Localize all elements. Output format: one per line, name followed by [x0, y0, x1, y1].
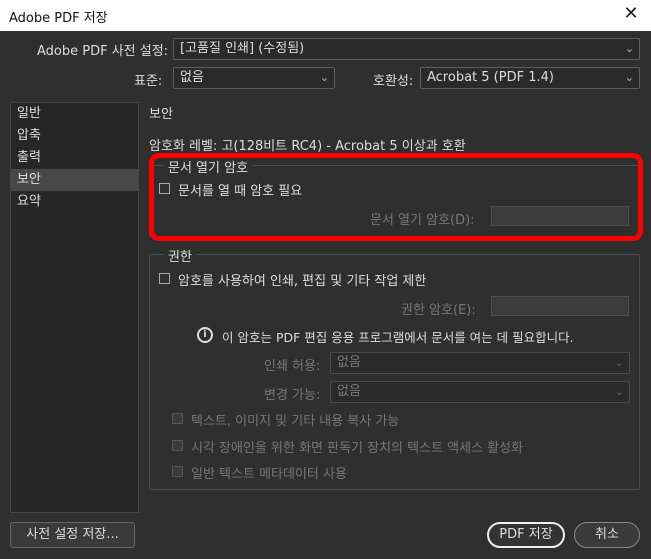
permissions-password-label: 권한 암호(E): — [401, 303, 476, 318]
print-allowed-label: 인쇄 허용: — [264, 359, 321, 374]
sidebar-item-general[interactable]: 일반 — [11, 103, 138, 125]
chevron-down-icon: ⌄ — [624, 71, 634, 84]
title-bar: Adobe PDF 저장 ✕ — [0, 0, 651, 31]
sidebar-item-summary[interactable]: 요약 — [11, 191, 138, 213]
chevron-down-icon: ⌄ — [319, 71, 329, 84]
permissions-group-title: 권한 — [164, 246, 196, 265]
open-password-input[interactable] — [491, 206, 629, 226]
sidebar-item-compression[interactable]: 압축 — [11, 125, 138, 147]
preset-label: Adobe PDF 사전 설정: — [37, 44, 169, 59]
compat-value: Acrobat 5 (PDF 1.4) — [427, 70, 554, 85]
changes-allowed-value: 없음 — [337, 384, 361, 399]
compat-select[interactable]: Acrobat 5 (PDF 1.4) ⌄ — [420, 67, 640, 89]
chevron-down-icon: ⌄ — [624, 42, 634, 55]
close-icon[interactable]: ✕ — [621, 4, 641, 24]
section-title: 보안 — [149, 107, 173, 122]
permissions-password-input[interactable] — [491, 296, 629, 316]
standard-value: 없음 — [180, 70, 204, 85]
changes-allowed-label: 변경 가능: — [264, 388, 321, 403]
enable-screen-reader-checkbox[interactable] — [172, 440, 183, 451]
print-allowed-select[interactable]: 없음 ⌄ — [330, 352, 630, 374]
encryption-level-text: 암호화 레벨: 고(128비트 RC4) - Acrobat 5 이상과 호환 — [149, 139, 466, 154]
require-open-password-checkbox[interactable] — [159, 183, 170, 194]
plaintext-metadata-label: 일반 텍스트 메타데이터 사용 — [191, 467, 347, 482]
restrict-permissions-label: 암호를 사용하여 인쇄, 편집 및 기타 작업 제한 — [178, 274, 427, 289]
preset-select[interactable]: [고품질 인쇄] (수정됨) ⌄ — [173, 38, 640, 60]
open-password-field-label: 문서 열기 암호(D): — [370, 213, 475, 228]
standard-select[interactable]: 없음 ⌄ — [173, 67, 335, 89]
enable-copy-label: 텍스트, 이미지 및 기타 내용 복사 가능 — [191, 414, 400, 429]
save-preset-button[interactable]: 사전 설정 저장... — [10, 522, 135, 548]
sidebar-item-output[interactable]: 출력 — [11, 147, 138, 169]
window-title: Adobe PDF 저장 — [9, 11, 108, 26]
compat-label: 호환성: — [373, 74, 414, 89]
enable-screen-reader-label: 시각 장애인을 위한 화면 판독기 장치의 텍스트 액세스 활성화 — [191, 441, 524, 456]
changes-allowed-select[interactable]: 없음 ⌄ — [330, 381, 630, 403]
open-password-group-title: 문서 열기 암호 — [164, 157, 253, 176]
info-icon: i — [197, 327, 213, 343]
pdf-save-dialog: Adobe PDF 저장 ✕ Adobe PDF 사전 설정: [고품질 인쇄]… — [0, 0, 651, 559]
chevron-down-icon: ⌄ — [614, 356, 624, 369]
restrict-permissions-checkbox[interactable] — [159, 273, 170, 284]
require-open-password-label: 문서를 열 때 암호 필요 — [178, 184, 303, 199]
cancel-button[interactable]: 취소 — [574, 522, 640, 548]
sidebar-item-security[interactable]: 보안 — [11, 169, 138, 191]
category-list: 일반 압축 출력 보안 요약 — [10, 102, 139, 513]
chevron-down-icon: ⌄ — [614, 385, 624, 398]
standard-label: 표준: — [134, 74, 163, 89]
print-allowed-value: 없음 — [337, 355, 361, 370]
plaintext-metadata-checkbox[interactable] — [172, 466, 183, 477]
preset-value: [고품질 인쇄] (수정됨) — [180, 41, 305, 56]
save-pdf-button[interactable]: PDF 저장 — [487, 522, 565, 548]
enable-copy-checkbox[interactable] — [172, 413, 183, 424]
info-text: 이 암호는 PDF 편집 응용 프로그램에서 문서를 여는 데 필요합니다. — [222, 330, 574, 345]
